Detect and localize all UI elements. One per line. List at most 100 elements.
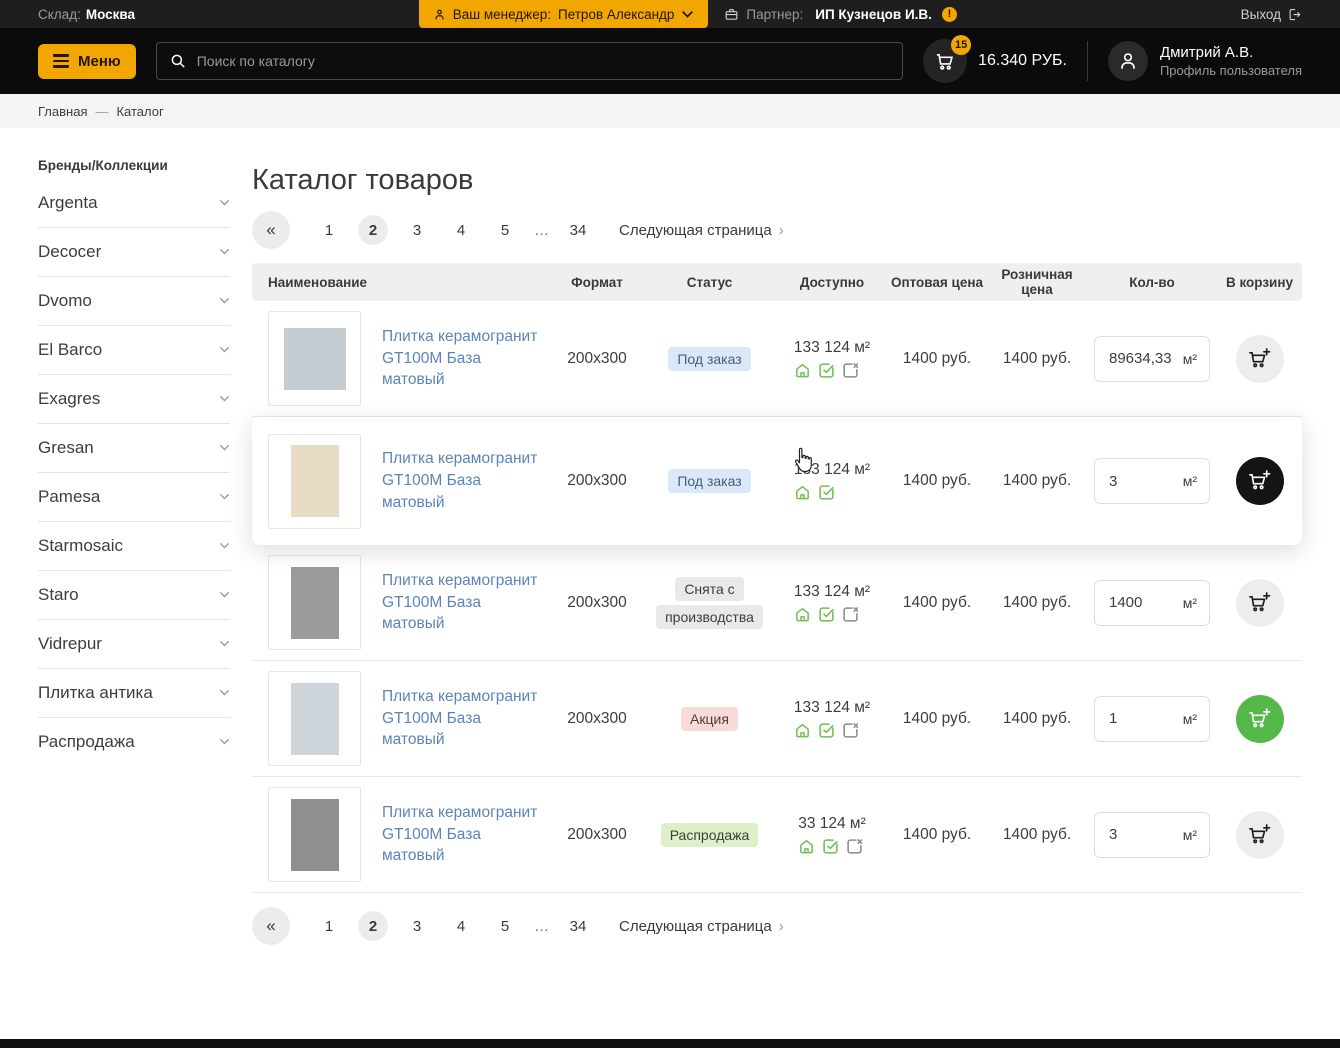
manager-button[interactable]: Ваш менеджер: Петров Александр [419, 0, 709, 28]
pagination-prev-button[interactable]: « [252, 907, 290, 945]
retail-price-cell: 1400 руб. [987, 472, 1087, 490]
pagination-page-34[interactable]: 34 [563, 911, 593, 941]
x-icon [842, 722, 859, 739]
pagination-next-button[interactable]: Следующая страница› [619, 222, 784, 239]
pagination-top: «12345…34Следующая страница› [252, 211, 1302, 249]
cart-total: 16.340 РУБ. [978, 52, 1067, 70]
sidebar-item-плитка-антика[interactable]: Плитка антика [38, 669, 230, 718]
status-badge: Под заказ [668, 347, 750, 371]
search-icon [169, 52, 187, 70]
pagination-page-2[interactable]: 2 [358, 911, 388, 941]
sidebar-item-label: Exagres [38, 389, 100, 409]
table-row: Плитка керамогранит GT100M База матовый 2… [252, 301, 1302, 417]
sidebar-item-label: Vidrepur [38, 634, 102, 654]
product-title-link[interactable]: Плитка керамогранит GT100M База матовый [382, 326, 540, 391]
sidebar-item-label: Argenta [38, 193, 98, 213]
sidebar-item-staro[interactable]: Staro [38, 571, 230, 620]
pagination-page-1[interactable]: 1 [314, 911, 344, 941]
chevron-down-icon [219, 444, 230, 451]
search-input[interactable] [197, 53, 890, 69]
product-image[interactable] [268, 434, 361, 529]
product-title-link[interactable]: Плитка керамогранит GT100M База матовый [382, 448, 540, 513]
add-to-cart-cell [1217, 811, 1302, 859]
format-cell: 200х300 [552, 350, 642, 368]
pagination-page-3[interactable]: 3 [402, 215, 432, 245]
pagination-page-4[interactable]: 4 [446, 215, 476, 245]
cart-button[interactable]: 15 [923, 39, 967, 83]
sidebar-item-exagres[interactable]: Exagres [38, 375, 230, 424]
pagination-page-5[interactable]: 5 [490, 215, 520, 245]
partner-label: Партнер: [746, 7, 803, 22]
quantity-input[interactable] [1109, 710, 1179, 727]
check-icon [818, 722, 835, 739]
cart-count-badge: 15 [951, 35, 971, 55]
column-header: Статус [642, 275, 777, 290]
pagination-page-5[interactable]: 5 [490, 911, 520, 941]
product-image[interactable] [268, 555, 361, 650]
pagination-prev-button[interactable]: « [252, 211, 290, 249]
menu-button[interactable]: Меню [38, 44, 136, 79]
column-header: Формат [552, 275, 642, 290]
product-image[interactable] [268, 311, 361, 406]
user-profile[interactable]: Дмитрий А.В. Профиль пользователя [1108, 41, 1302, 81]
wholesale-price-cell: 1400 руб. [887, 826, 987, 844]
add-to-cart-button[interactable] [1236, 579, 1284, 627]
quantity-box: м² [1094, 458, 1210, 504]
add-to-cart-button[interactable] [1236, 811, 1284, 859]
sidebar-item-gresan[interactable]: Gresan [38, 424, 230, 473]
add-to-cart-button[interactable] [1236, 335, 1284, 383]
sidebar-item-el-barco[interactable]: El Barco [38, 326, 230, 375]
sidebar-item-dvomo[interactable]: Dvomo [38, 277, 230, 326]
chevron-down-icon [219, 395, 230, 402]
warning-icon[interactable]: ! [942, 7, 957, 22]
pagination-page-3[interactable]: 3 [402, 911, 432, 941]
check-icon [822, 838, 839, 855]
sidebar-item-decocer[interactable]: Decocer [38, 228, 230, 277]
wholesale-price-cell: 1400 руб. [887, 710, 987, 728]
user-name: Дмитрий А.В. [1160, 44, 1302, 61]
pagination-page-4[interactable]: 4 [446, 911, 476, 941]
product-title-link[interactable]: Плитка керамогранит GT100M База матовый [382, 802, 540, 867]
tile-swatch [291, 683, 339, 755]
cart-icon [934, 50, 957, 73]
available-cell: 133 124 м² [777, 583, 887, 623]
home-icon [798, 838, 815, 855]
product-image[interactable] [268, 787, 361, 882]
warehouse-label: Склад: [38, 7, 81, 22]
retail-price-cell: 1400 руб. [987, 594, 1087, 612]
product-image[interactable] [268, 671, 361, 766]
sidebar-item-распродажа[interactable]: Распродажа [38, 718, 230, 766]
topbar: Склад:Москва Ваш менеджер: Петров Алекса… [0, 0, 1340, 28]
manager-label: Ваш менеджер: [453, 7, 551, 22]
quantity-cell: м² [1087, 336, 1217, 382]
pagination-next-button[interactable]: Следующая страница› [619, 918, 784, 935]
add-to-cart-cell [1217, 695, 1302, 743]
sidebar-item-vidrepur[interactable]: Vidrepur [38, 620, 230, 669]
quantity-input[interactable] [1109, 826, 1179, 843]
quantity-input[interactable] [1109, 350, 1179, 367]
quantity-input[interactable] [1109, 594, 1179, 611]
quantity-input[interactable] [1109, 473, 1179, 490]
column-header: Доступно [777, 275, 887, 290]
pagination-page-1[interactable]: 1 [314, 215, 344, 245]
tile-swatch [291, 567, 339, 639]
add-to-cart-icon [1247, 591, 1272, 614]
sidebar-item-starmosaic[interactable]: Starmosaic [38, 522, 230, 571]
status-cell: Акция [642, 705, 777, 733]
breadcrumb-home[interactable]: Главная [38, 104, 87, 119]
retail-price-cell: 1400 руб. [987, 826, 1087, 844]
product-title-link[interactable]: Плитка керамогранит GT100M База матовый [382, 686, 540, 751]
pagination-page-34[interactable]: 34 [563, 215, 593, 245]
product-title-link[interactable]: Плитка керамогранит GT100M База матовый [382, 570, 540, 635]
table-row: Плитка керамогранит GT100M База матовый2… [252, 417, 1302, 545]
logout-button[interactable]: Выход [1241, 7, 1302, 22]
sidebar-item-argenta[interactable]: Argenta [38, 179, 230, 228]
quantity-unit: м² [1183, 595, 1197, 611]
sidebar-item-label: Dvomo [38, 291, 92, 311]
status-badge: Акция [681, 707, 738, 731]
add-to-cart-button[interactable] [1236, 457, 1284, 505]
sidebar-item-pamesa[interactable]: Pamesa [38, 473, 230, 522]
column-header: Наименование [252, 275, 552, 290]
add-to-cart-button[interactable] [1236, 695, 1284, 743]
pagination-page-2[interactable]: 2 [358, 215, 388, 245]
